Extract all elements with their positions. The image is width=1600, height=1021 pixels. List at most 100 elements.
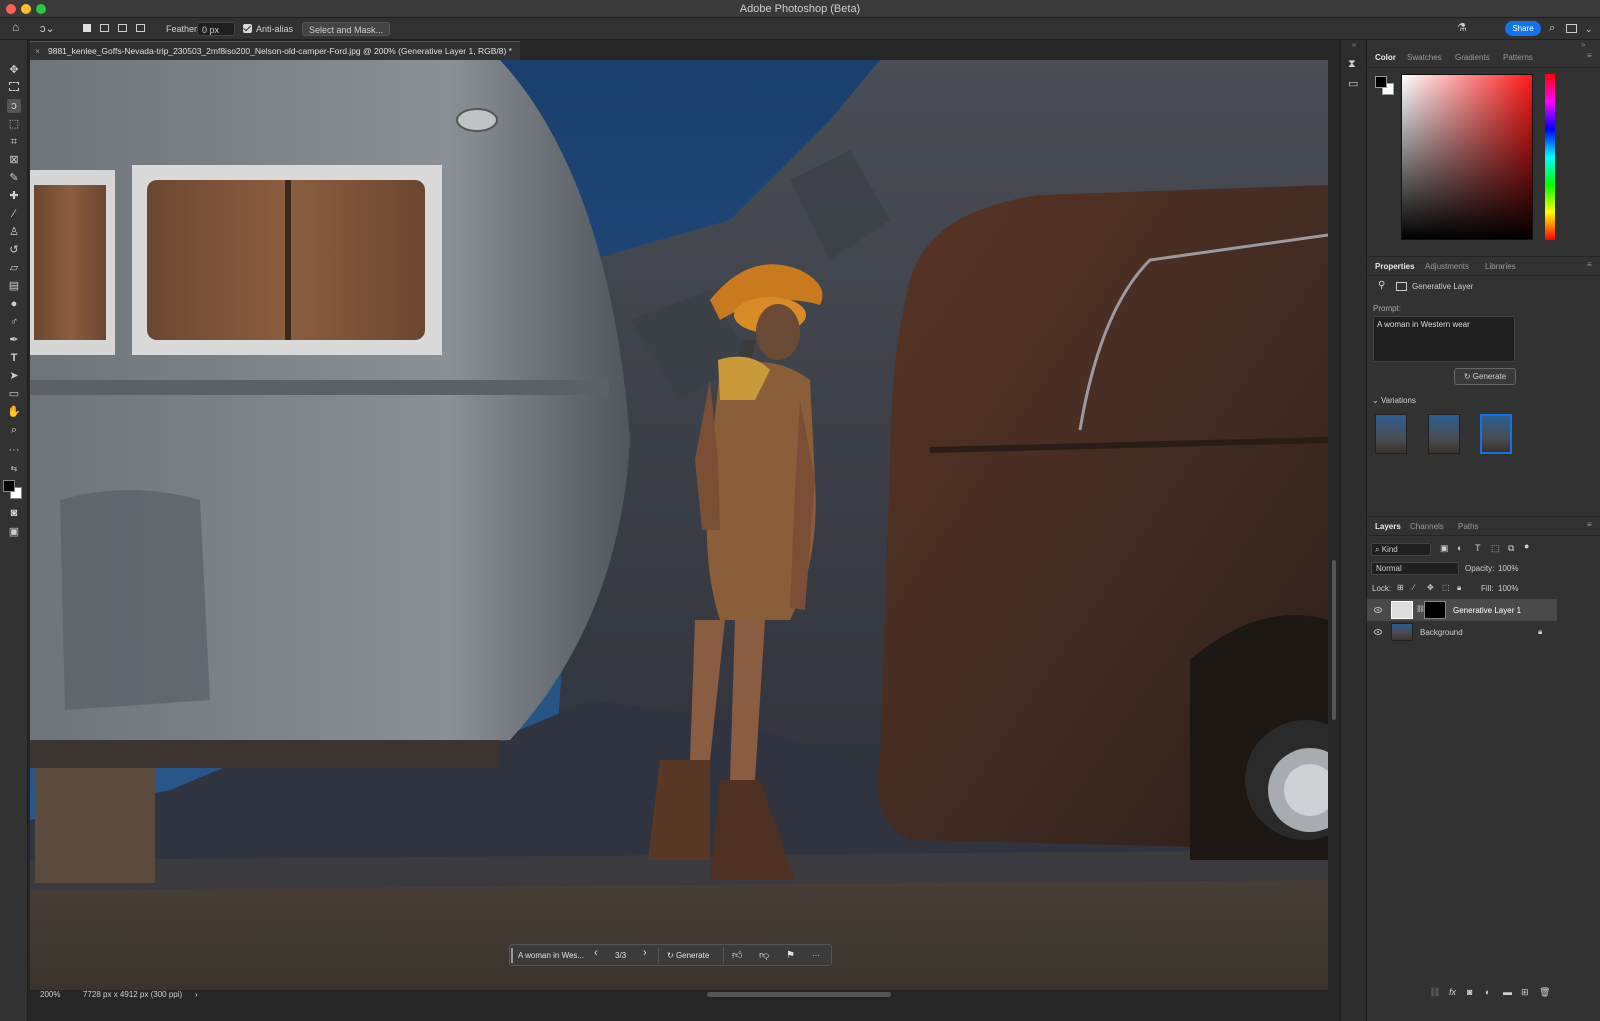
- tab-paths[interactable]: Paths: [1458, 522, 1478, 531]
- crop-tool-icon[interactable]: ⌗: [7, 135, 21, 149]
- layer-row[interactable]: Background 🔒︎: [1367, 621, 1557, 643]
- add-mask-icon[interactable]: ◙: [1467, 987, 1472, 997]
- zoom-tool-icon[interactable]: ⌕: [7, 423, 21, 437]
- foreground-color-swatch[interactable]: [3, 480, 15, 492]
- layer-filter-select[interactable]: ⌕ Kind: [1371, 543, 1431, 556]
- dodge-tool-icon[interactable]: ♂: [7, 315, 21, 329]
- layer-row-selected[interactable]: ⛓ Generative Layer 1: [1367, 599, 1557, 621]
- image-canvas[interactable]: [30, 60, 1328, 990]
- gradient-tool-icon[interactable]: ▤: [7, 279, 21, 293]
- workspace-icon[interactable]: [1566, 23, 1577, 37]
- opacity-input[interactable]: 100%: [1498, 564, 1518, 573]
- more-options-icon[interactable]: ···: [812, 949, 820, 962]
- lock-position-icon[interactable]: ✥: [1427, 583, 1434, 592]
- filter-pixel-icon[interactable]: ▣: [1440, 543, 1449, 554]
- tab-channels[interactable]: Channels: [1410, 522, 1444, 531]
- marquee-tool-icon[interactable]: [7, 81, 21, 95]
- variation-thumbnail[interactable]: [1428, 414, 1460, 454]
- visibility-eye-icon[interactable]: [1374, 629, 1382, 635]
- foreground-color-chip[interactable]: [1375, 76, 1387, 88]
- tab-libraries[interactable]: Libraries: [1485, 262, 1516, 271]
- history-brush-tool-icon[interactable]: ↺: [7, 243, 21, 257]
- antialias-checkbox[interactable]: Anti-alias: [243, 22, 293, 36]
- blur-tool-icon[interactable]: ●: [7, 297, 21, 311]
- more-tools-icon[interactable]: ···: [7, 443, 21, 457]
- beaker-icon[interactable]: ⚗: [1457, 21, 1467, 35]
- eyedropper-tool-icon[interactable]: ✎: [7, 171, 21, 185]
- variation-thumbnail[interactable]: [1375, 414, 1407, 454]
- swap-colors-icon[interactable]: ⇆: [7, 462, 21, 476]
- layer-mask-thumbnail[interactable]: [1424, 601, 1446, 619]
- lock-image-icon[interactable]: ∕: [1413, 583, 1414, 592]
- comments-icon[interactable]: ▭: [1348, 77, 1358, 90]
- share-button[interactable]: Share: [1505, 21, 1541, 36]
- search-icon[interactable]: ⌕: [1549, 21, 1555, 35]
- select-and-mask-button[interactable]: Select and Mask...: [302, 22, 391, 36]
- filter-shape-icon[interactable]: ⬚: [1491, 543, 1500, 554]
- lasso-tool-icon[interactable]: ↄ: [7, 99, 21, 113]
- intersect-selection-icon[interactable]: [136, 22, 145, 36]
- variation-thumbnail-selected[interactable]: [1480, 414, 1512, 454]
- flag-icon[interactable]: ⚑: [786, 949, 795, 962]
- collapse-icon[interactable]: «: [1352, 40, 1356, 49]
- zoom-level[interactable]: 200%: [40, 990, 60, 999]
- rectangle-tool-icon[interactable]: ▭: [7, 387, 21, 401]
- clone-stamp-tool-icon[interactable]: ♙: [7, 225, 21, 239]
- pen-tool-icon[interactable]: ✒: [7, 333, 21, 347]
- quick-mask-icon[interactable]: ◙: [7, 506, 21, 520]
- filter-type-icon[interactable]: T: [1475, 543, 1481, 553]
- fx-icon[interactable]: fx: [1449, 987, 1456, 997]
- tab-properties[interactable]: Properties: [1375, 262, 1415, 271]
- next-variation-icon[interactable]: ›: [643, 947, 647, 960]
- hand-tool-icon[interactable]: ✋: [7, 405, 21, 419]
- group-folder-icon[interactable]: ▬: [1503, 987, 1512, 997]
- thumbs-up-icon[interactable]: 👍︎: [732, 949, 742, 962]
- prompt-field[interactable]: A woman in Wes...: [518, 949, 584, 962]
- tab-layers[interactable]: Layers: [1375, 522, 1401, 531]
- filter-adjustment-icon[interactable]: ◐: [1457, 543, 1462, 553]
- vertical-scrollbar[interactable]: [1330, 60, 1338, 990]
- feather-input[interactable]: 0 px: [197, 22, 235, 36]
- link-layers-icon[interactable]: ⛓: [1429, 987, 1440, 998]
- visibility-eye-icon[interactable]: [1374, 607, 1382, 613]
- frame-tool-icon[interactable]: ⊠: [7, 153, 21, 167]
- status-menu-chevron-icon[interactable]: ›: [195, 990, 198, 999]
- drag-handle[interactable]: [511, 948, 513, 963]
- object-selection-tool-icon[interactable]: ⬚: [7, 117, 21, 131]
- adjustment-layer-icon[interactable]: ◐: [1485, 987, 1490, 997]
- path-selection-tool-icon[interactable]: ➤: [7, 369, 21, 383]
- color-field[interactable]: [1401, 74, 1533, 240]
- add-selection-icon[interactable]: [100, 22, 109, 36]
- fill-input[interactable]: 100%: [1498, 584, 1518, 593]
- thumbs-down-icon[interactable]: 👎︎: [759, 949, 769, 962]
- document-tab[interactable]: × 9881_kenlee_Goffs-Nevada-trip_230503_2…: [30, 41, 520, 60]
- generate-button-properties[interactable]: ↻ Generate: [1454, 368, 1516, 385]
- tab-color[interactable]: Color: [1375, 53, 1396, 62]
- blend-mode-select[interactable]: Normal: [1371, 562, 1459, 575]
- layer-name[interactable]: Generative Layer 1: [1453, 606, 1521, 615]
- screen-mode-icon[interactable]: ▣: [7, 525, 21, 539]
- panel-menu-icon[interactable]: ≡: [1587, 520, 1592, 529]
- type-tool-icon[interactable]: T: [7, 351, 21, 365]
- delete-layer-icon[interactable]: 🗑︎: [1539, 987, 1550, 998]
- close-tab-icon[interactable]: ×: [35, 42, 40, 60]
- subtract-selection-icon[interactable]: [118, 22, 127, 36]
- previous-variation-icon[interactable]: ‹: [594, 947, 598, 960]
- panel-menu-icon[interactable]: ≡: [1587, 260, 1592, 269]
- panel-menu-icon[interactable]: ≡: [1587, 51, 1592, 60]
- lock-artboard-icon[interactable]: ⬚: [1442, 583, 1450, 592]
- lock-transparent-icon[interactable]: ⊞: [1397, 583, 1404, 592]
- home-icon[interactable]: ⌂: [12, 20, 19, 34]
- tab-swatches[interactable]: Swatches: [1407, 53, 1442, 62]
- document-info[interactable]: 7728 px x 4912 px (300 ppi): [83, 990, 182, 999]
- move-tool-icon[interactable]: ✥: [7, 63, 21, 77]
- filter-toggle-icon[interactable]: ●: [1524, 541, 1529, 551]
- horizontal-scrollbar-thumb[interactable]: [707, 992, 891, 997]
- brush-tool-icon[interactable]: ∕: [7, 207, 21, 221]
- filter-smart-object-icon[interactable]: ⧉: [1508, 543, 1514, 554]
- tab-gradients[interactable]: Gradients: [1455, 53, 1490, 62]
- chevron-down-icon[interactable]: ⌄: [1585, 22, 1593, 36]
- lock-all-icon[interactable]: 🔒︎: [1457, 583, 1461, 593]
- tab-adjustments[interactable]: Adjustments: [1425, 262, 1469, 271]
- generate-button[interactable]: ↻ Generate: [667, 949, 709, 962]
